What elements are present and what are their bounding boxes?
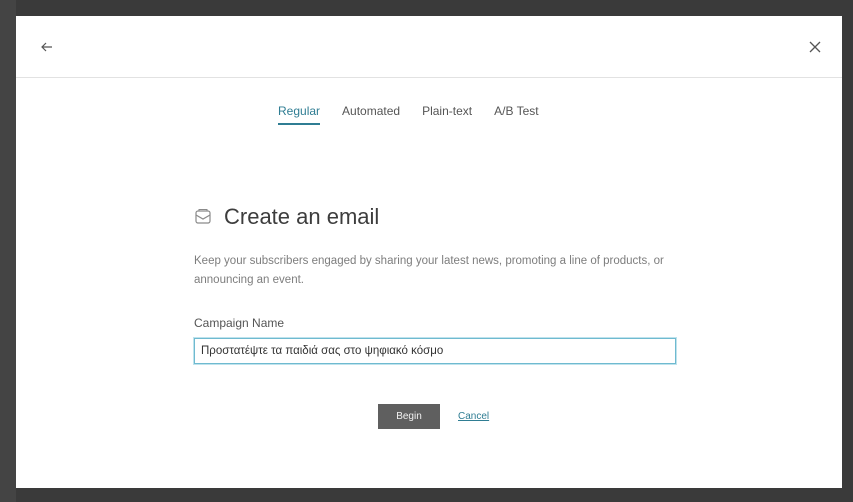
tab-ab-test[interactable]: A/B Test	[494, 104, 538, 125]
modal-header	[16, 16, 842, 78]
back-button[interactable]	[36, 36, 58, 58]
tab-regular[interactable]: Regular	[278, 104, 321, 125]
form-actions: Begin Cancel	[378, 404, 489, 429]
campaign-name-label: Campaign Name	[194, 316, 285, 330]
description-text: Keep your subscribers engaged by sharing…	[194, 255, 664, 286]
cancel-link[interactable]: Cancel	[458, 411, 489, 422]
page-title: Create an email	[224, 204, 380, 229]
close-button[interactable]	[804, 36, 826, 58]
campaign-type-tabs: Regular Automated Plain-text A/B Test	[278, 104, 539, 125]
create-email-section: Create an email Keep your subscribers en…	[194, 204, 684, 364]
tab-automated[interactable]: Automated	[342, 104, 400, 125]
create-campaign-modal: Regular Automated Plain-text A/B Test Cr…	[16, 16, 842, 488]
title-row: Create an email	[194, 204, 684, 230]
background-page-edge	[0, 0, 16, 502]
campaign-name-input[interactable]	[194, 338, 676, 364]
email-icon	[195, 209, 211, 224]
begin-button[interactable]: Begin	[378, 404, 440, 429]
close-icon	[809, 41, 821, 53]
arrow-left-icon	[41, 42, 52, 52]
tab-plain-text[interactable]: Plain-text	[422, 104, 472, 125]
